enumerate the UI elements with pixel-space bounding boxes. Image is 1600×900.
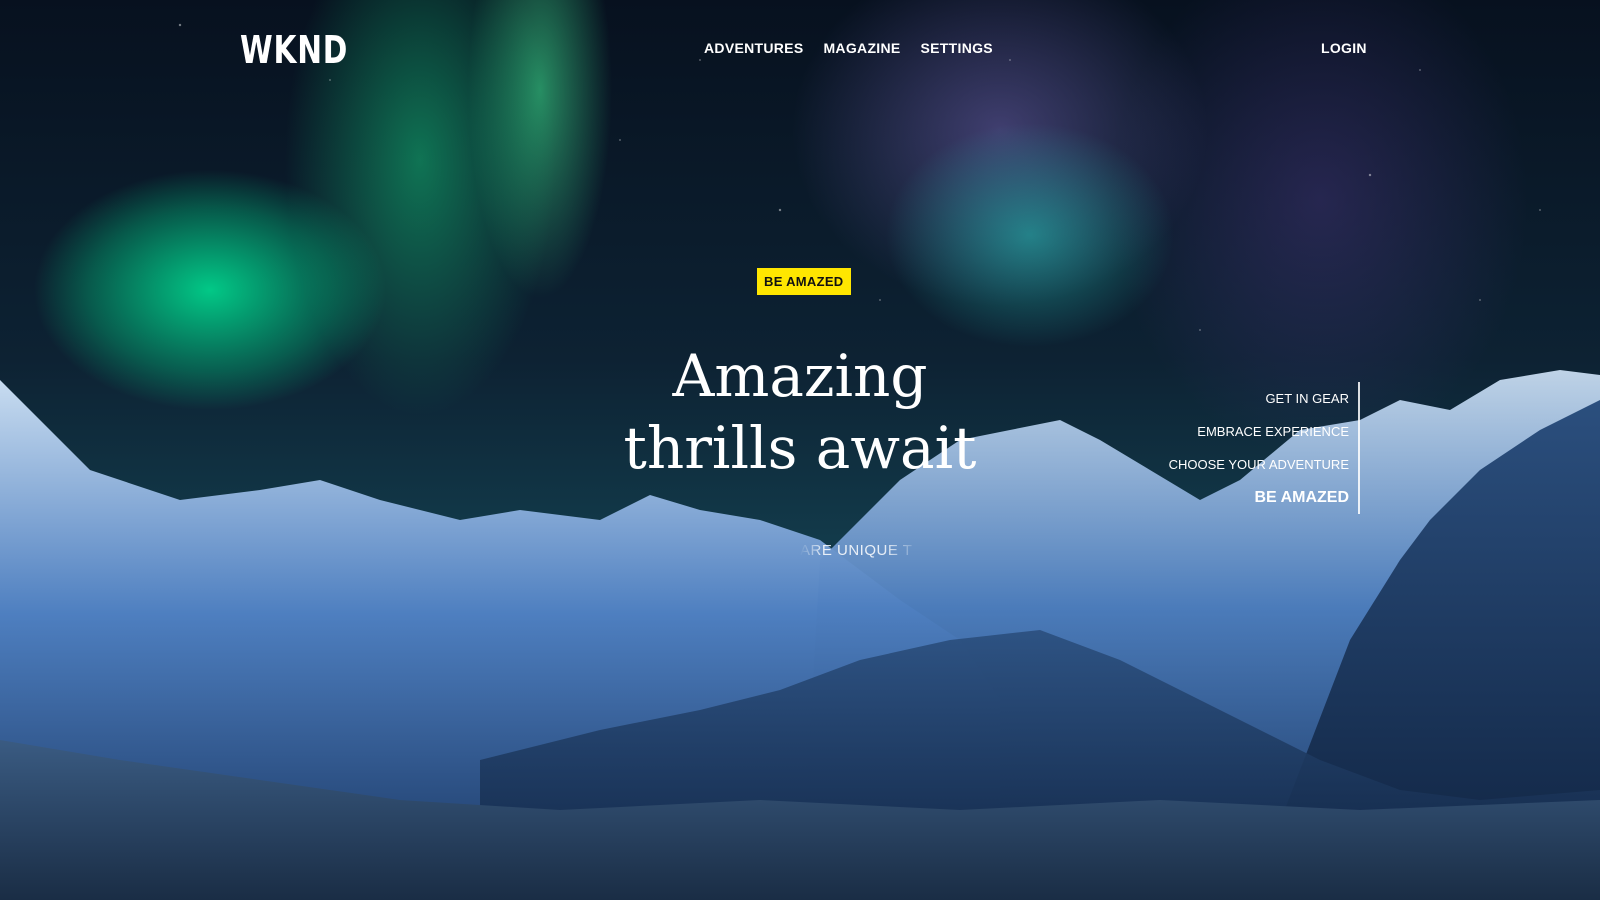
nav-magazine[interactable]: MAGAZINE [823, 40, 900, 56]
hero-subtitle: ARE UNIQUE T [800, 542, 913, 559]
nav-settings[interactable]: SETTINGS [921, 40, 993, 56]
nav-adventures[interactable]: ADVENTURES [704, 40, 803, 56]
hero-title: Amazing thrills await [550, 340, 1050, 484]
carousel-item-get-in-gear[interactable]: GET IN GEAR [1265, 382, 1360, 415]
main-nav: ADVENTURES MAGAZINE SETTINGS [704, 40, 993, 56]
carousel-indicators: GET IN GEAR EMBRACE EXPERIENCE CHOOSE YO… [1169, 382, 1360, 514]
hero-title-line-1: Amazing [672, 342, 928, 410]
hero-badge: BE AMAZED [757, 268, 851, 295]
carousel-item-be-amazed[interactable]: BE AMAZED [1254, 481, 1360, 514]
wknd-logo[interactable]: WKND [240, 28, 348, 72]
carousel-item-choose-your-adventure[interactable]: CHOOSE YOUR ADVENTURE [1169, 448, 1360, 481]
carousel-item-embrace-experience[interactable]: EMBRACE EXPERIENCE [1197, 415, 1360, 448]
hero-banner: WKND ADVENTURES MAGAZINE SETTINGS LOGIN … [0, 0, 1600, 900]
login-link[interactable]: LOGIN [1321, 40, 1367, 56]
hero-title-line-2: thrills await [623, 414, 977, 482]
